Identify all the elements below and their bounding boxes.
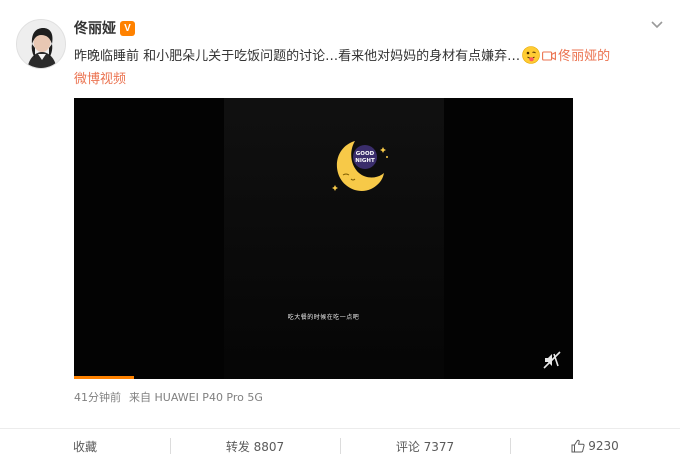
video-player[interactable]: GOOD NIGHT 吃大餐的时候在吃一点吧 xyxy=(74,98,573,379)
video-progress-bar[interactable] xyxy=(74,376,134,379)
post-time[interactable]: 41分钟前 xyxy=(74,389,121,405)
comment-label: 评论 7377 xyxy=(395,439,455,454)
weibo-post-card: 佟丽娅 V 昨晚临睡前 和小肥朵儿关于吃饭问题的讨论…看来他对妈妈的身材有点嫌弃… xyxy=(0,0,680,463)
avatar[interactable] xyxy=(16,19,66,69)
post-source: 来自 HUAWEI P40 Pro 5G xyxy=(129,391,263,404)
moon-text-line2: NIGHT xyxy=(355,158,375,164)
post-body-text: 昨晚临睡前 和小肥朵儿关于吃饭问题的讨论…看来他对妈妈的身材有点嫌弃… xyxy=(74,49,521,64)
comment-button[interactable]: 评论 7377 xyxy=(340,429,510,463)
chevron-down-icon[interactable] xyxy=(650,18,664,32)
action-toolbar: 收藏 转发 8807 评论 7377 9230 xyxy=(0,428,680,463)
video-camera-icon xyxy=(542,46,557,61)
verified-badge-icon: V xyxy=(120,20,135,36)
like-count: 9230 xyxy=(588,439,619,453)
repost-label: 转发 8807 xyxy=(225,439,285,454)
favorite-button[interactable]: 收藏 xyxy=(0,429,170,463)
thumbs-up-icon xyxy=(571,439,585,453)
video-source-link[interactable]: 佟丽娅 xyxy=(542,49,597,64)
username[interactable]: 佟丽娅 V xyxy=(74,18,135,38)
good-night-moon-icon: GOOD NIGHT xyxy=(332,141,388,192)
post-meta: 41分钟前 来自 HUAWEI P40 Pro 5G xyxy=(74,389,263,405)
tongue-out-emoji-icon xyxy=(522,46,540,64)
username-text[interactable]: 佟丽娅 xyxy=(74,18,116,38)
moon-text-line1: GOOD xyxy=(356,151,375,157)
repost-button[interactable]: 转发 8807 xyxy=(170,429,340,463)
video-link-suffix[interactable]: 的 xyxy=(597,49,610,64)
muted-speaker-icon[interactable] xyxy=(543,351,561,369)
video-subtitle: 吃大餐的时候在吃一点吧 xyxy=(287,314,360,321)
like-button[interactable]: 9230 xyxy=(510,429,680,463)
video-link-line2[interactable]: 微博视频 xyxy=(74,72,126,87)
post-text: 昨晚临睡前 和小肥朵儿关于吃饭问题的讨论…看来他对妈妈的身材有点嫌弃… 佟丽娅的… xyxy=(74,45,659,91)
favorite-label: 收藏 xyxy=(72,439,97,454)
video-link-name[interactable]: 佟丽娅 xyxy=(558,49,597,64)
